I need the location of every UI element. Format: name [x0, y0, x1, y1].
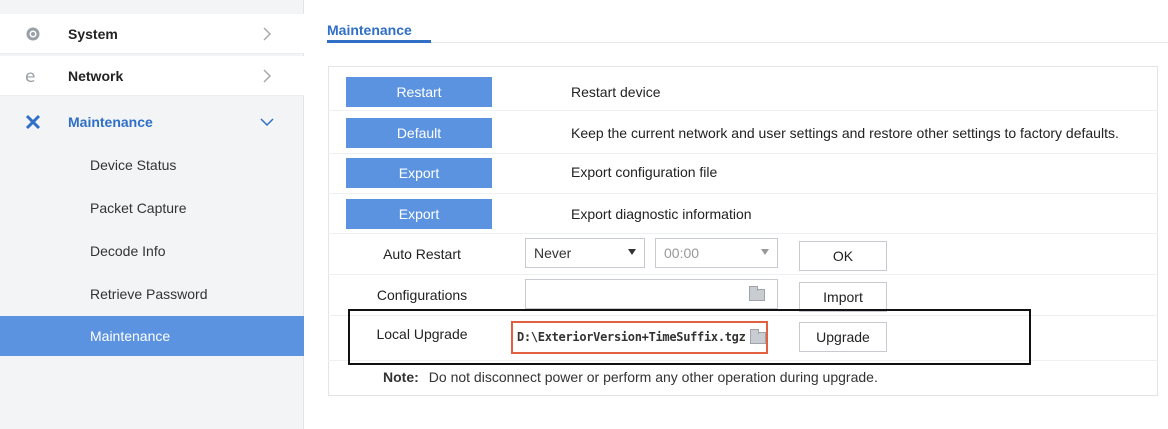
tab-maintenance[interactable]: Maintenance [327, 22, 412, 38]
tab-active-indicator [327, 40, 431, 43]
sidebar-item-label: System [68, 25, 118, 42]
default-description: Keep the current network and user settin… [571, 125, 1119, 141]
note-label: Note: [383, 369, 419, 385]
file-path-highlight [511, 321, 768, 354]
network-icon: e [22, 65, 44, 87]
chevron-right-icon [258, 25, 276, 43]
chevron-right-icon [258, 67, 276, 85]
chevron-down-icon [258, 113, 276, 131]
sidebar-subitem-label: Device Status [90, 157, 177, 173]
export-diagnostic-description: Export diagnostic information [571, 206, 752, 222]
sidebar-subitem-maintenance[interactable]: Maintenance [0, 316, 304, 356]
sidebar-item-label: Maintenance [68, 114, 153, 130]
import-button[interactable]: Import [799, 282, 887, 312]
sidebar-subitem-retrieve-password[interactable]: Retrieve Password [0, 274, 304, 314]
note-text: Do not disconnect power or perform any o… [428, 369, 878, 385]
ok-button[interactable]: OK [799, 241, 887, 271]
upgrade-note: Note: Do not disconnect power or perform … [383, 369, 878, 385]
auto-restart-frequency-value: Never [534, 245, 572, 261]
sidebar-item-system[interactable]: System [0, 14, 304, 54]
auto-restart-time-value: 00:00 [664, 245, 700, 261]
sidebar-item-label: Network [68, 67, 124, 84]
sidebar-subitem-decode-info[interactable]: Decode Info [0, 231, 304, 271]
tools-icon [22, 111, 44, 133]
auto-restart-time-select[interactable]: 00:00 [655, 238, 778, 268]
sidebar: System e Network Maintenance Device Stat… [0, 0, 304, 429]
default-button[interactable]: Default [346, 118, 492, 148]
row-divider [328, 233, 1158, 234]
sidebar-subitem-label: Retrieve Password [90, 286, 208, 302]
sidebar-subitem-label: Decode Info [90, 243, 166, 259]
auto-restart-frequency-select[interactable]: Never [525, 238, 645, 268]
sidebar-subitem-label: Packet Capture [90, 200, 187, 216]
row-divider [328, 274, 1158, 275]
gear-icon [22, 23, 44, 45]
sidebar-subitem-packet-capture[interactable]: Packet Capture [0, 188, 304, 228]
auto-restart-label: Auto Restart [383, 246, 461, 262]
upgrade-button[interactable]: Upgrade [799, 322, 887, 352]
sidebar-item-maintenance[interactable]: Maintenance [0, 102, 304, 142]
export-diagnostic-button[interactable]: Export [346, 199, 492, 229]
row-divider [328, 110, 1158, 111]
dropdown-arrow-icon [761, 249, 769, 255]
export-config-description: Export configuration file [571, 164, 718, 180]
dropdown-arrow-icon [628, 249, 636, 255]
restart-description: Restart device [571, 84, 661, 100]
sidebar-subitem-label: Maintenance [90, 328, 171, 344]
folder-icon[interactable] [749, 286, 765, 301]
sidebar-subitem-device-status[interactable]: Device Status [0, 145, 304, 185]
configurations-label: Configurations [376, 287, 468, 303]
export-config-button[interactable]: Export [346, 158, 492, 188]
row-divider [328, 153, 1158, 154]
row-divider [328, 193, 1158, 194]
configurations-file-input[interactable] [525, 279, 778, 309]
sidebar-item-network[interactable]: e Network [0, 56, 304, 96]
local-upgrade-label: Local Upgrade [376, 326, 468, 342]
restart-button[interactable]: Restart [346, 77, 492, 107]
svg-text:e: e [25, 68, 35, 84]
tab-divider [327, 42, 1168, 43]
